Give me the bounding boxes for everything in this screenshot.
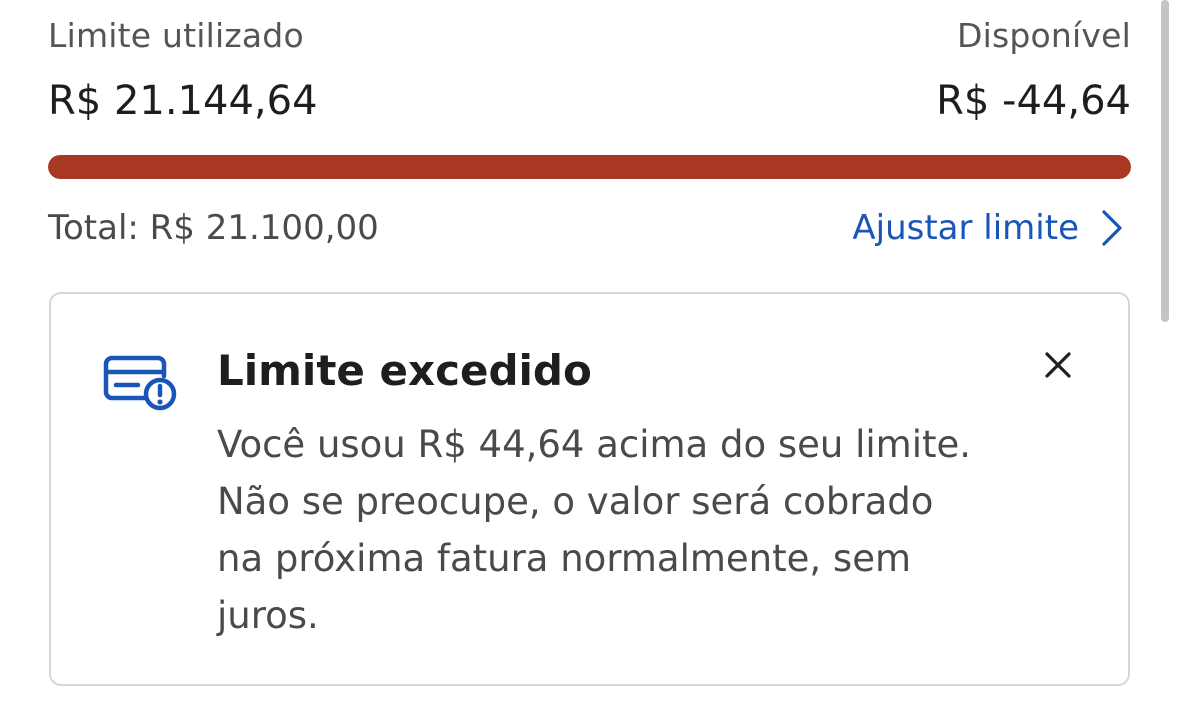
adjust-limit-link[interactable]: Ajustar limite bbox=[852, 208, 1123, 248]
limit-labels-row: Limite utilizado Disponível bbox=[48, 16, 1131, 55]
chevron-right-icon bbox=[1101, 210, 1123, 246]
alert-message-line: na próxima fatura normalmente, sem bbox=[217, 537, 912, 580]
close-icon bbox=[1041, 352, 1075, 386]
scrollbar[interactable] bbox=[1161, 0, 1169, 322]
credit-card-alert-icon bbox=[102, 352, 178, 412]
total-row: Total: R$ 21.100,00 Ajustar limite bbox=[48, 208, 1131, 248]
alert-message-line: Não se preocupe, o valor será cobrado bbox=[217, 480, 934, 523]
alert-message-line: Você usou R$ 44,64 acima do seu limite. bbox=[217, 423, 972, 466]
limit-usage-bar bbox=[48, 155, 1131, 179]
alert-message-line: juros. bbox=[217, 594, 319, 637]
limit-values-row: R$ 21.144,64 R$ -44,64 bbox=[48, 78, 1131, 124]
alert-message: Você usou R$ 44,64 acima do seu limite. … bbox=[217, 416, 1037, 644]
alert-title: Limite excedido bbox=[217, 346, 592, 395]
adjust-limit-label: Ajustar limite bbox=[852, 208, 1079, 248]
limit-exceeded-alert: Limite excedido Você usou R$ 44,64 acima… bbox=[49, 292, 1130, 686]
limit-usage-bar-fill bbox=[48, 155, 1131, 179]
credit-limit-screen: Limite utilizado Disponível R$ 21.144,64… bbox=[0, 0, 1179, 723]
used-limit-value: R$ 21.144,64 bbox=[48, 78, 318, 124]
available-limit-label: Disponível bbox=[957, 16, 1131, 55]
available-limit-value: R$ -44,64 bbox=[936, 78, 1131, 124]
used-limit-label: Limite utilizado bbox=[48, 16, 304, 55]
total-limit-text: Total: R$ 21.100,00 bbox=[48, 208, 379, 248]
close-alert-button[interactable] bbox=[1041, 348, 1075, 382]
